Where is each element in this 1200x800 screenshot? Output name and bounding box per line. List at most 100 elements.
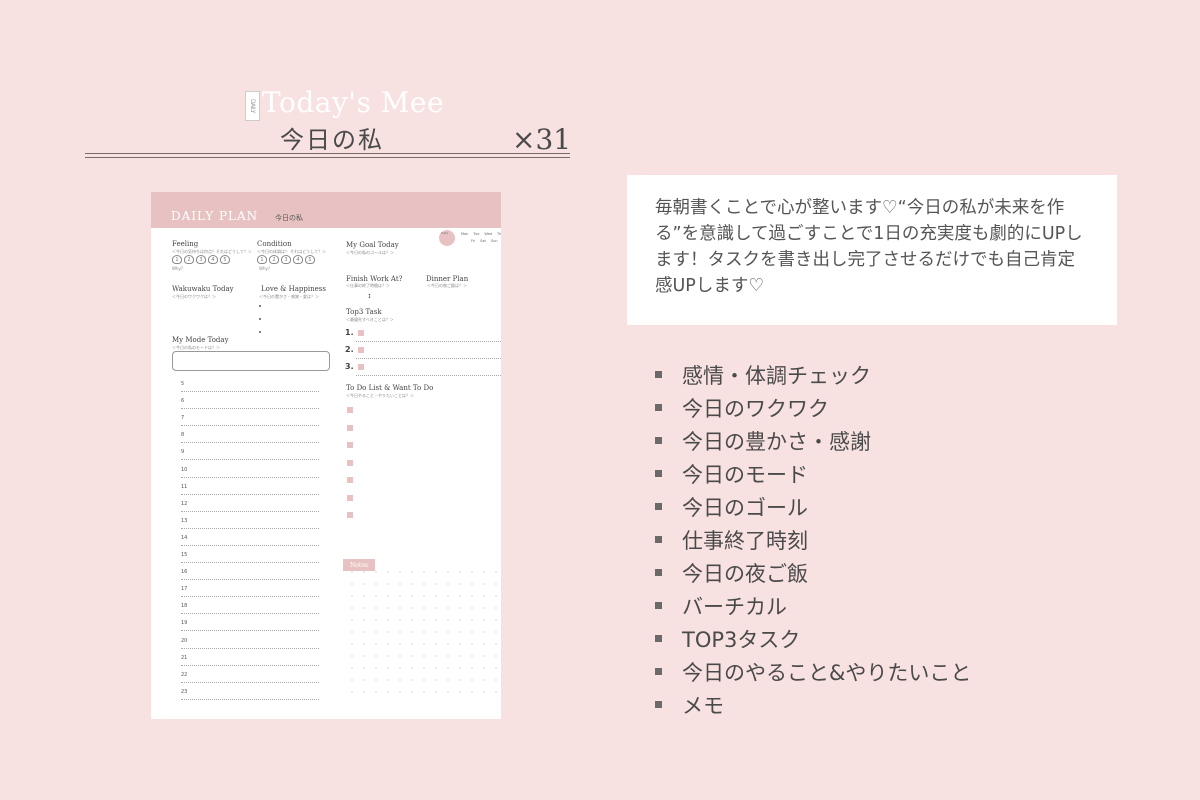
- top3-number: 3.: [345, 362, 354, 371]
- todo-checkbox: [347, 459, 353, 466]
- date-label: Date: [441, 231, 449, 235]
- top3-label: Top3 Task: [346, 308, 382, 316]
- hour-row: 19: [181, 620, 319, 632]
- header-divider-top: [85, 153, 570, 154]
- feature-list: 感情・体調チェック 今日のワクワク 今日の豊かさ・感謝 今日のモード 今日のゴール 仕事終…: [655, 358, 971, 721]
- hour-row: 15: [181, 552, 319, 563]
- hour-number: 5: [181, 381, 185, 387]
- feature-item: 感情・体調チェック: [655, 358, 971, 391]
- hour-row: 17: [181, 586, 319, 598]
- hour-number: 14: [181, 534, 188, 541]
- todo-sub: ＜今日やること・やりたいことは？＞: [346, 393, 414, 398]
- hour-row: 14: [181, 535, 319, 546]
- notes-dot-grid: [346, 566, 498, 696]
- hour-number: 8: [181, 432, 185, 439]
- top3-checkbox: [358, 364, 364, 370]
- finish-colon: :: [368, 290, 371, 300]
- hour-row: 21: [181, 655, 319, 666]
- hour-number: 19: [181, 620, 188, 627]
- top3-line: [356, 358, 501, 359]
- feature-item: バーチカル: [655, 589, 971, 622]
- notes-tab: Notes: [343, 559, 375, 571]
- dinner-sub: ＜今日の夜ご飯は？＞: [427, 283, 467, 288]
- feeling-heart: 3: [196, 255, 206, 264]
- feature-item: 今日のゴール: [655, 490, 971, 523]
- condition-heart: 3: [281, 255, 291, 264]
- feature-item: 仕事終了時刻: [655, 523, 971, 556]
- feature-item: 今日の夜ご飯: [655, 556, 971, 589]
- feeling-label: Feeling: [172, 240, 199, 248]
- hour-number: 23: [181, 688, 188, 695]
- hour-row: 12: [181, 501, 319, 512]
- love-bullet: [259, 318, 261, 320]
- goal-label: My Goal Today: [346, 241, 399, 249]
- square-bullet-icon: [655, 371, 662, 378]
- top3-number: 2.: [345, 345, 354, 354]
- love-label: Love & Happiness: [261, 285, 326, 293]
- square-bullet-icon: [655, 602, 662, 609]
- hour-row: 23: [181, 689, 319, 700]
- feature-item: 今日の豊かさ・感謝: [655, 424, 971, 457]
- header-title-en: Today's Mee: [262, 86, 445, 119]
- square-bullet-icon: [655, 404, 662, 411]
- weekday: Mon: [461, 232, 469, 236]
- weekday: Thu: [497, 232, 501, 236]
- hour-row: 9: [181, 449, 319, 461]
- top3-checkbox: [358, 330, 364, 336]
- square-bullet-icon: [655, 701, 662, 708]
- hour-row: 6: [181, 398, 319, 410]
- feature-item: 今日のやること&やりたいこと: [655, 655, 971, 688]
- condition-heart: 4: [293, 255, 303, 264]
- hour-number: 21: [181, 654, 188, 661]
- mode-box: [172, 351, 330, 371]
- feature-label: 今日のやること&やりたいこと: [682, 660, 972, 685]
- hour-number: 16: [181, 569, 188, 576]
- hour-number: 12: [181, 500, 188, 507]
- planner-title: DAILY PLAN: [171, 209, 259, 223]
- hour-number: 10: [181, 466, 188, 473]
- planner-preview: DAILY PLAN 今日の私 Feeling ＜今日の気持ちは何点？それはどう…: [151, 192, 501, 719]
- condition-heart: 5: [305, 255, 315, 264]
- hour-row: 18: [181, 603, 319, 615]
- feature-label: 今日のゴール: [682, 495, 808, 520]
- header-count: ×31: [512, 123, 572, 156]
- feature-label: 今日の夜ご飯: [682, 561, 808, 586]
- love-sub: ＜今日の豊かさ・感謝・愛は？＞: [259, 294, 319, 299]
- feature-label: メモ: [682, 693, 724, 718]
- hour-number: 7: [181, 415, 185, 422]
- weekday: Sat: [480, 239, 486, 243]
- hour-row: 7: [181, 415, 319, 427]
- weekday-row-2: Fri Sat Sun: [471, 239, 498, 243]
- finish-label: Finish Work At?: [346, 275, 403, 283]
- square-bullet-icon: [655, 536, 662, 543]
- top3-number: 1.: [345, 328, 354, 337]
- weekday: Wed: [484, 232, 493, 236]
- hour-number: 15: [181, 552, 188, 558]
- condition-hearts: 12345: [257, 255, 315, 264]
- hour-row: 20: [181, 638, 319, 649]
- wakuwaku-sub: ＜今日のワクワクは？＞: [172, 294, 216, 299]
- header-divider-bottom: [85, 157, 570, 158]
- love-bullet: [259, 331, 261, 333]
- square-bullet-icon: [655, 503, 662, 510]
- feature-label: TOP3タスク: [682, 627, 801, 652]
- feeling-heart: 2: [184, 255, 194, 264]
- condition-heart: 1: [257, 255, 267, 264]
- square-bullet-icon: [655, 470, 662, 477]
- feature-label: 今日のワクワク: [682, 396, 829, 421]
- weekday: Fri: [471, 239, 476, 243]
- todo-checkbox: [347, 407, 353, 413]
- hour-row: 13: [181, 518, 319, 529]
- hour-row: 10: [181, 467, 319, 478]
- hour-row: 22: [181, 672, 319, 683]
- todo-label: To Do List & Want To Do: [346, 384, 434, 392]
- hour-row: 11: [181, 484, 319, 495]
- feature-label: バーチカル: [682, 594, 787, 619]
- feature-label: 今日の豊かさ・感謝: [682, 429, 871, 454]
- todo-checkbox: [347, 512, 353, 518]
- hour-row: 16: [181, 569, 319, 581]
- description-box: 毎朝書くことで心が整います♡“今日の私が未来を作る”を意識して過ごすことで1日の…: [627, 175, 1117, 325]
- hour-number: 11: [181, 483, 188, 490]
- header-badge: DAILY: [245, 91, 260, 121]
- square-bullet-icon: [655, 437, 662, 444]
